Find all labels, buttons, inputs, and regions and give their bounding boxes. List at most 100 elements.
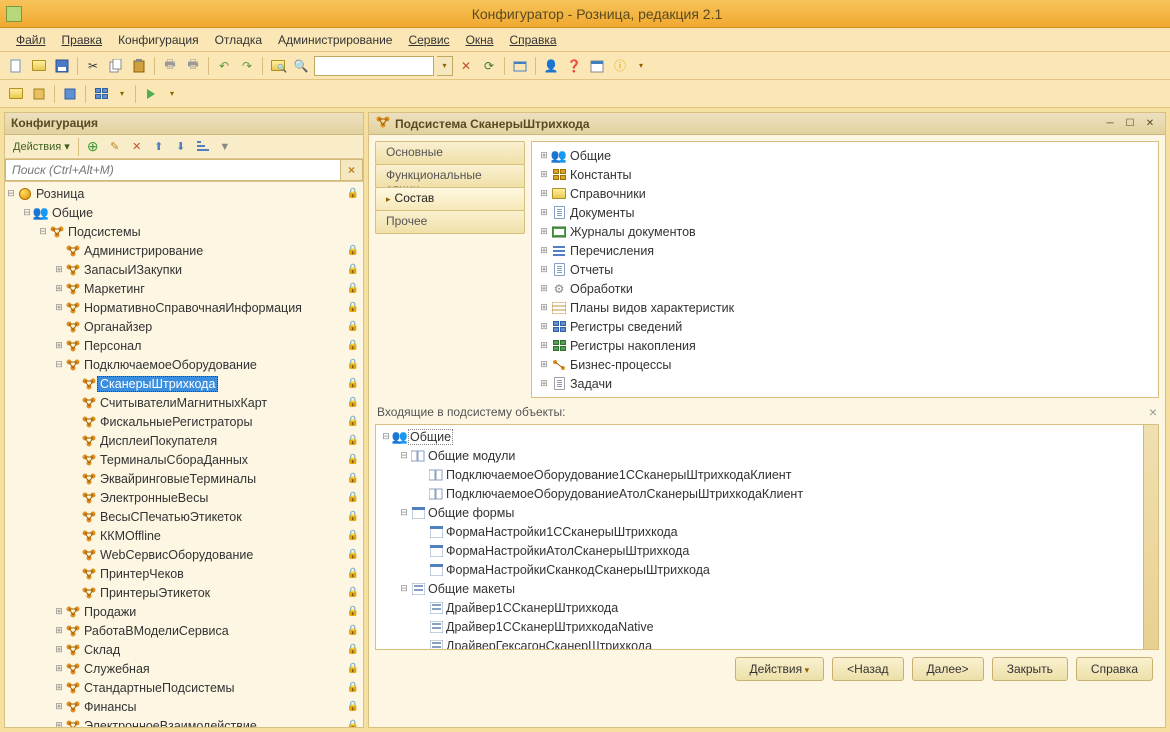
- tree-row[interactable]: ⊞Продажи🔒: [5, 602, 363, 621]
- menu-service[interactable]: Сервис: [400, 31, 457, 49]
- tree-row[interactable]: ⊟ПодключаемоеОборудование🔒: [5, 355, 363, 374]
- table-icon[interactable]: [91, 84, 111, 104]
- tree-row[interactable]: ЭлектронныеВесы🔒: [5, 488, 363, 507]
- filter-icon[interactable]: ▼: [215, 137, 235, 157]
- twisty-icon[interactable]: [69, 416, 81, 428]
- member-row[interactable]: ⊟Общие формы: [380, 503, 1154, 522]
- tree-row[interactable]: СчитывателиМагнитныхКарт🔒: [5, 393, 363, 412]
- minimize-icon[interactable]: ─: [1101, 116, 1119, 132]
- delete-icon[interactable]: ✕: [127, 137, 147, 157]
- twisty-icon[interactable]: ⊞: [538, 150, 550, 161]
- menu-help[interactable]: Справка: [501, 31, 564, 49]
- tree-row[interactable]: ⊟👥Общие: [5, 203, 363, 222]
- member-row[interactable]: ПодключаемоеОборудование1ССканерыШтрихко…: [380, 465, 1154, 484]
- tree-row[interactable]: ⊟Подсистемы: [5, 222, 363, 241]
- twisty-icon[interactable]: ⊞: [53, 682, 65, 694]
- twisty-icon[interactable]: ⊟: [380, 431, 392, 442]
- menu-windows[interactable]: Окна: [458, 31, 502, 49]
- clear-search-icon[interactable]: ✕: [456, 56, 476, 76]
- twisty-icon[interactable]: ⊞: [53, 701, 65, 713]
- twisty-icon[interactable]: ⊞: [53, 302, 65, 314]
- run-icon[interactable]: [141, 84, 161, 104]
- maximize-icon[interactable]: ☐: [1121, 116, 1139, 132]
- cut-icon[interactable]: ✂: [83, 56, 103, 76]
- tree-row[interactable]: ⊞НормативноСправочнаяИнформация🔒: [5, 298, 363, 317]
- tree-row[interactable]: ЭквайринговыеТерминалы🔒: [5, 469, 363, 488]
- tree-row[interactable]: ПринтерЧеков🔒: [5, 564, 363, 583]
- twisty-icon[interactable]: [69, 587, 81, 599]
- category-row[interactable]: ⊞Бизнес-процессы: [538, 355, 1152, 374]
- category-row[interactable]: ⊞Планы видов характеристик: [538, 298, 1152, 317]
- tab-состав[interactable]: Состав: [375, 187, 525, 211]
- tree-row[interactable]: Органайзер🔒: [5, 317, 363, 336]
- twisty-icon[interactable]: ⊟: [398, 507, 410, 518]
- refresh-icon[interactable]: ⟳: [479, 56, 499, 76]
- category-row[interactable]: ⊞Задачи: [538, 374, 1152, 393]
- twisty-icon[interactable]: [69, 549, 81, 561]
- twisty-icon[interactable]: ⊞: [538, 169, 550, 180]
- category-row[interactable]: ⊞Перечисления: [538, 241, 1152, 260]
- member-row[interactable]: Драйвер1ССканерШтрихкода: [380, 598, 1154, 617]
- copy-icon[interactable]: [106, 56, 126, 76]
- twisty-icon[interactable]: [69, 435, 81, 447]
- menu-debug[interactable]: Отладка: [207, 31, 270, 49]
- member-row[interactable]: ⊟Общие модули: [380, 446, 1154, 465]
- twisty-icon[interactable]: ⊞: [53, 625, 65, 637]
- category-row[interactable]: ⊞Константы: [538, 165, 1152, 184]
- menu-admin[interactable]: Администрирование: [270, 31, 400, 49]
- twisty-icon[interactable]: ⊟: [53, 359, 65, 371]
- twisty-icon[interactable]: [53, 321, 65, 333]
- twisty-icon[interactable]: [69, 397, 81, 409]
- window-list-icon[interactable]: [510, 56, 530, 76]
- search-combo[interactable]: [314, 56, 434, 76]
- menu-edit[interactable]: Правка: [54, 31, 111, 49]
- category-row[interactable]: ⊞Журналы документов: [538, 222, 1152, 241]
- twisty-icon[interactable]: [69, 511, 81, 523]
- twisty-icon[interactable]: [69, 378, 81, 390]
- tree-row[interactable]: СканерыШтрихкода🔒: [5, 374, 363, 393]
- twisty-icon[interactable]: ⊞: [538, 359, 550, 370]
- tree-row[interactable]: ⊞Финансы🔒: [5, 697, 363, 716]
- db-config-icon[interactable]: [29, 84, 49, 104]
- twisty-icon[interactable]: ⊞: [53, 663, 65, 675]
- info-icon[interactable]: ⓘ: [610, 56, 630, 76]
- tab-основные[interactable]: Основные: [375, 141, 525, 165]
- update-db-icon[interactable]: [60, 84, 80, 104]
- config-search-input[interactable]: [5, 159, 341, 181]
- twisty-icon[interactable]: [69, 454, 81, 466]
- twisty-icon[interactable]: ⊞: [538, 321, 550, 332]
- tree-row[interactable]: ⊞ЗапасыИЗакупки🔒: [5, 260, 363, 279]
- info-drop[interactable]: ▾: [633, 56, 649, 76]
- menu-config[interactable]: Конфигурация: [110, 31, 207, 49]
- add-icon[interactable]: ⊕: [83, 137, 103, 157]
- tree-row[interactable]: ВесыСПечатьюЭтикеток🔒: [5, 507, 363, 526]
- menu-file[interactable]: Файл: [8, 31, 54, 49]
- twisty-icon[interactable]: ⊞: [53, 340, 65, 352]
- back-button[interactable]: <Назад: [832, 657, 903, 681]
- config-icon[interactable]: [6, 84, 26, 104]
- twisty-icon[interactable]: ⊟: [398, 583, 410, 594]
- next-button[interactable]: Далее>: [912, 657, 984, 681]
- new-icon[interactable]: [6, 56, 26, 76]
- move-down-icon[interactable]: ⬇: [171, 137, 191, 157]
- tree-row[interactable]: ТерминалыСбораДанных🔒: [5, 450, 363, 469]
- search-close-icon[interactable]: ×: [341, 159, 363, 181]
- category-row[interactable]: ⊞Документы: [538, 203, 1152, 222]
- members-close-icon[interactable]: ×: [1149, 404, 1157, 420]
- twisty-icon[interactable]: ⊞: [538, 302, 550, 313]
- print-preview-icon[interactable]: 🖶: [183, 56, 203, 76]
- twisty-icon[interactable]: ⊞: [53, 644, 65, 656]
- twisty-icon[interactable]: ⊞: [538, 283, 550, 294]
- tab-функциональные опции[interactable]: Функциональные опции: [375, 164, 525, 188]
- twisty-icon[interactable]: [69, 530, 81, 542]
- help-button[interactable]: Справка: [1076, 657, 1153, 681]
- member-row[interactable]: ФормаНастройкиАтолСканерыШтрихкода: [380, 541, 1154, 560]
- user-icon[interactable]: 👤: [541, 56, 561, 76]
- run-drop[interactable]: ▾: [164, 84, 180, 104]
- tree-row[interactable]: ⊞ЭлектронноеВзаимодействие🔒: [5, 716, 363, 727]
- twisty-icon[interactable]: ⊞: [53, 264, 65, 276]
- categories-box[interactable]: ⊞👥Общие⊞Константы⊞Справочники⊞Документы⊞…: [531, 141, 1159, 398]
- twisty-icon[interactable]: ⊞: [53, 283, 65, 295]
- twisty-icon[interactable]: ⊞: [53, 720, 65, 728]
- tree-row[interactable]: ККМOffline🔒: [5, 526, 363, 545]
